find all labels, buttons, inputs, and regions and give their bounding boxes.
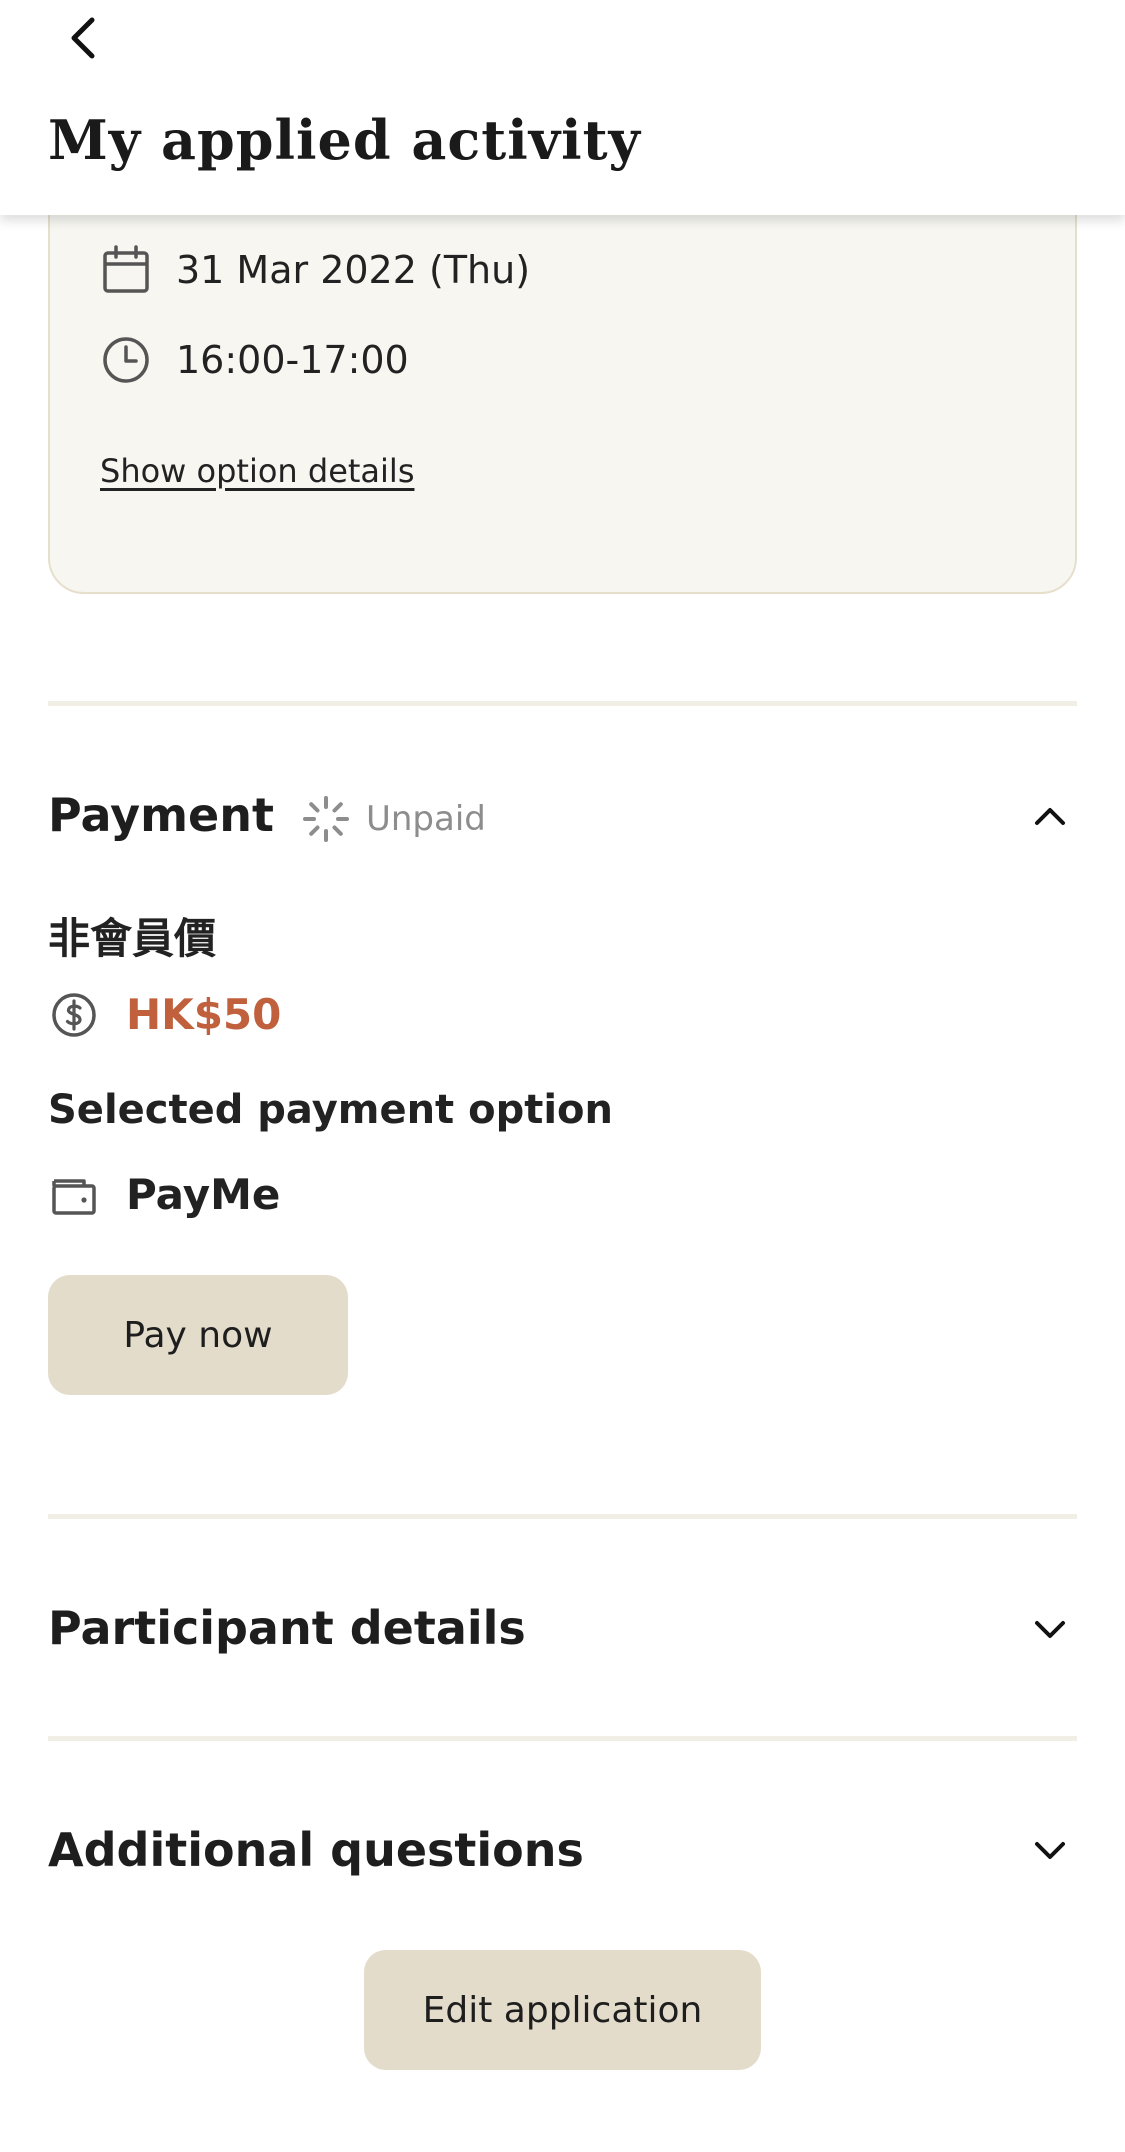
dollar-circle-icon xyxy=(52,992,96,1037)
page-title: My applied activity xyxy=(48,108,641,172)
payment-method-name: PayMe xyxy=(126,1170,281,1219)
additional-questions-title[interactable]: Additional questions xyxy=(48,1823,584,1877)
chevron-down-icon xyxy=(1035,1842,1065,1859)
app-header: My applied activity xyxy=(0,0,1125,215)
questions-expand-button[interactable] xyxy=(1030,1831,1070,1871)
selected-payment-option-label: Selected payment option xyxy=(48,1087,613,1133)
pay-now-button[interactable]: Pay now xyxy=(48,1275,348,1395)
payment-method-row: PayMe xyxy=(50,1170,280,1219)
price-row: HK$50 xyxy=(50,990,281,1039)
chevron-down-icon xyxy=(1035,1621,1065,1638)
chevron-left-icon xyxy=(71,17,95,59)
price-amount: HK$50 xyxy=(126,990,282,1039)
participant-details-title[interactable]: Participant details xyxy=(48,1601,526,1655)
time-row: 16:00-17:00 xyxy=(100,334,409,386)
back-button[interactable] xyxy=(60,14,108,62)
divider xyxy=(48,1736,1077,1741)
payment-collapse-button[interactable] xyxy=(1030,796,1070,836)
divider xyxy=(48,1514,1077,1519)
calendar-icon xyxy=(103,245,149,293)
activity-time: 16:00-17:00 xyxy=(176,338,409,382)
edit-application-button[interactable]: Edit application xyxy=(364,1950,761,2070)
payment-status-badge: Unpaid xyxy=(302,795,486,843)
spinner-icon xyxy=(303,796,349,842)
show-option-details-link[interactable]: Show option details xyxy=(100,452,414,490)
payment-section-title[interactable]: Payment xyxy=(48,788,274,842)
activity-date: 31 Mar 2022 (Thu) xyxy=(176,248,531,292)
participant-expand-button[interactable] xyxy=(1030,1610,1070,1650)
wallet-icon xyxy=(52,1178,96,1215)
clock-icon xyxy=(103,337,149,383)
price-type-label: 非會員價 xyxy=(48,914,217,963)
payment-status-text: Unpaid xyxy=(366,799,486,839)
divider xyxy=(48,701,1077,706)
chevron-up-icon xyxy=(1035,808,1065,825)
date-row: 31 Mar 2022 (Thu) xyxy=(100,244,530,296)
